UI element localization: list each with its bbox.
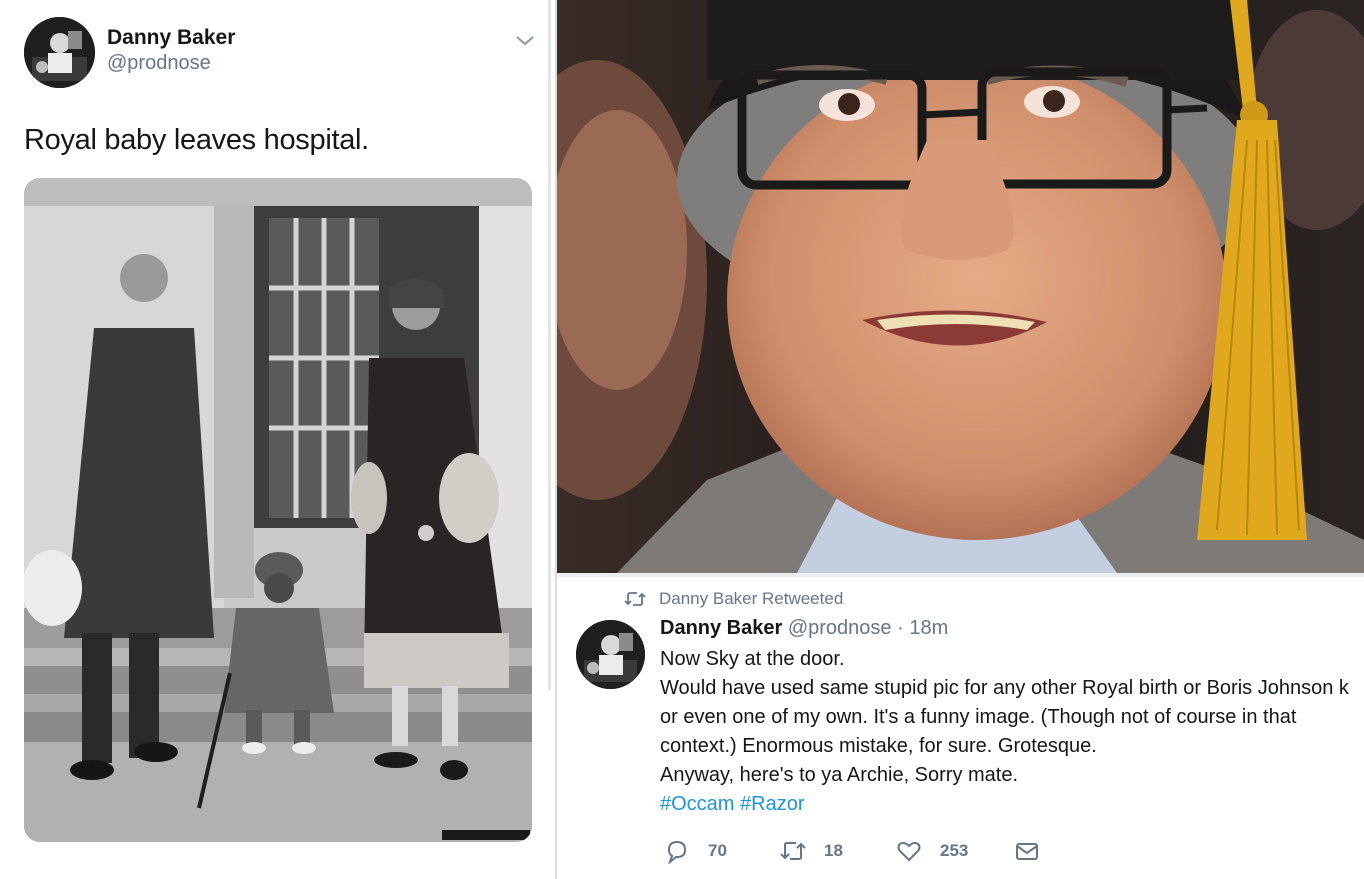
chevron-down-icon[interactable] bbox=[514, 32, 536, 48]
author-avatar[interactable] bbox=[576, 620, 645, 689]
tweet-header: Danny Baker @prodnose · 18m bbox=[660, 617, 948, 640]
retweet-icon bbox=[624, 592, 646, 606]
tweet-photo[interactable] bbox=[24, 178, 532, 842]
retweet-icon bbox=[780, 842, 806, 860]
left-tweet-panel: Danny Baker @prodnose Royal baby leaves … bbox=[0, 0, 555, 879]
reply-count: 70 bbox=[708, 841, 727, 860]
avatar-photo bbox=[576, 620, 645, 689]
retweet-button[interactable]: 18 bbox=[780, 836, 860, 866]
like-count: 253 bbox=[940, 841, 969, 860]
reply-icon bbox=[667, 840, 687, 864]
header-separator: · bbox=[897, 617, 904, 639]
tweet-line: Anyway, here's to ya Archie, Sorry mate. bbox=[660, 764, 1019, 786]
like-icon bbox=[897, 841, 921, 862]
tweet-timestamp[interactable]: 18m bbox=[909, 617, 948, 639]
tweet-line: context.) Enormous mistake, for sure. Gr… bbox=[660, 735, 1097, 757]
tweet-line: Would have used same stupid pic for any … bbox=[660, 677, 1349, 699]
tweet-text: Royal baby leaves hospital. bbox=[24, 124, 369, 156]
like-button[interactable]: 253 bbox=[896, 836, 986, 866]
avatar-photo bbox=[24, 17, 95, 88]
portrait-image bbox=[557, 0, 1364, 573]
author-avatar[interactable] bbox=[24, 17, 95, 88]
reply-button[interactable]: 70 bbox=[664, 836, 744, 866]
retweet-count: 18 bbox=[824, 841, 843, 860]
hashtag-line: #Occam #Razor bbox=[660, 790, 1364, 819]
scrollbar[interactable] bbox=[548, 0, 551, 690]
author-name[interactable]: Danny Baker bbox=[107, 26, 235, 50]
retweeted-label[interactable]: Danny Baker Retweeted bbox=[659, 589, 843, 609]
section-divider bbox=[557, 573, 1364, 577]
message-icon bbox=[1016, 843, 1038, 860]
tweet-line: or even one of my own. It's a funny imag… bbox=[660, 706, 1297, 728]
author-name[interactable]: Danny Baker bbox=[660, 617, 782, 639]
tweet-line: Now Sky at the door. bbox=[660, 648, 845, 670]
author-handle[interactable]: @prodnose bbox=[107, 52, 211, 75]
hashtag-link[interactable]: #Razor bbox=[740, 793, 804, 815]
author-handle[interactable]: @prodnose bbox=[788, 617, 892, 639]
hashtag-link[interactable]: #Occam bbox=[660, 793, 734, 815]
tweet-text: Now Sky at the door. Would have used sam… bbox=[660, 645, 1364, 819]
direct-message-button[interactable] bbox=[1014, 836, 1044, 866]
